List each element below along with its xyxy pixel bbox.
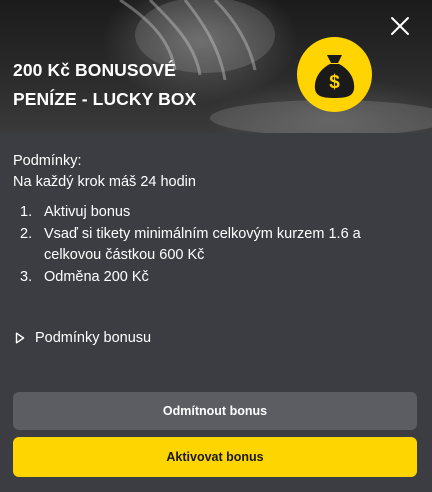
close-icon[interactable] [390,16,410,36]
dollar-sign: $ [329,72,340,93]
bonus-title-line-1: 200 Kč BONUSOVÉ [13,60,176,80]
step-number: 1. [20,204,33,220]
step-text: Vsaď si tikety minimálním celkovým kurze… [44,226,361,263]
step-item: 1. Aktivuj bonus [13,202,418,223]
play-outline-icon [15,332,25,344]
step-item: 2. Vsaď si tikety minimálním celkovým ku… [13,224,418,266]
bonus-title-line-2: PENÍZE - LUCKY BOX [13,89,197,109]
bonus-terms-label: Podmínky bonusu [35,330,152,346]
steps-list: 1. Aktivuj bonus 2. Vsaď si tikety minim… [13,202,418,288]
bonus-modal: 200 Kč BONUSOVÉ PENÍZE - LUCKY BOX $ Pod… [0,0,432,492]
money-bag-badge: $ [297,37,372,112]
conditions-deadline: Na každý krok máš 24 hodin [13,174,196,190]
modal-header-banner: 200 Kč BONUSOVÉ PENÍZE - LUCKY BOX $ [0,0,432,133]
conditions-section: Podmínky: Na každý krok máš 24 hodin 1. … [13,151,418,289]
step-text: Odměna 200 Kč [44,269,149,285]
activate-bonus-button[interactable]: Aktivovat bonus [13,437,417,477]
step-number: 3. [20,269,33,285]
step-text: Aktivuj bonus [44,204,131,220]
conditions-heading: Podmínky: [13,153,82,169]
step-item: 3. Odměna 200 Kč [13,267,418,288]
bonus-title: 200 Kč BONUSOVÉ PENÍZE - LUCKY BOX [13,56,243,114]
step-number: 2. [20,226,33,242]
money-bag-icon: $ [314,55,355,98]
decline-bonus-button[interactable]: Odmítnout bonus [13,392,417,430]
bonus-terms-link[interactable]: Podmínky bonusu [15,330,151,346]
